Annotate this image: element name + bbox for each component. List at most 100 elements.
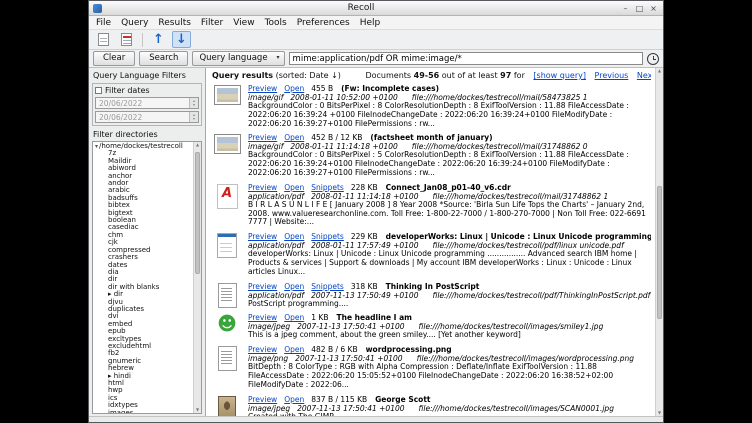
date-to-spinner[interactable]: 20/06/2022 ▴▾ <box>95 111 199 123</box>
clear-button[interactable]: Clear <box>93 51 135 66</box>
main-area: Query Language Filters Filter dates 20/0… <box>89 68 663 416</box>
sort-note: (sorted: Date ↓) <box>276 71 341 80</box>
preview-link[interactable]: Preview <box>248 282 277 291</box>
menu-preferences[interactable]: Preferences <box>292 18 355 28</box>
result-item: PreviewOpen455 B(Fw: Incomplete cases) i… <box>212 84 651 128</box>
search-input[interactable] <box>289 52 643 65</box>
scroll-up-icon[interactable]: ▲ <box>194 142 201 148</box>
result-thumbnail-icon[interactable] <box>212 133 242 177</box>
result-thumbnail-icon[interactable] <box>212 313 242 340</box>
directory-tree-children: 7zMaildirabiwordanchorandorarabicbadsuff… <box>95 150 192 414</box>
title-bar[interactable]: Recoll – □ × <box>89 1 663 16</box>
result-size: 452 B / 12 KB <box>311 133 362 142</box>
previous-page-link[interactable]: Previous <box>595 71 629 80</box>
spin-down-icon[interactable]: ▾ <box>193 103 195 107</box>
menu-tools[interactable]: Tools <box>260 18 292 28</box>
tree-scrollbar-thumb[interactable] <box>195 152 200 274</box>
result-abstract: BitDepth : 8 ColorType : RGB with Alpha … <box>248 363 651 389</box>
expand-arrow-icon[interactable]: ▾ <box>95 143 98 150</box>
spinner-arrows[interactable]: ▴▾ <box>189 98 198 108</box>
menu-view[interactable]: View <box>228 18 259 28</box>
result-abstract: developerWorks: Linux | Unicode : Linux … <box>248 250 651 276</box>
open-link[interactable]: Open <box>284 282 304 291</box>
spin-down-icon[interactable]: ▾ <box>193 117 195 121</box>
search-button[interactable]: Search <box>139 51 188 66</box>
show-query-link[interactable]: [show query] <box>533 71 586 80</box>
preview-link[interactable]: Preview <box>248 232 277 241</box>
result-abstract: BackgroundColor : 0 BitsPerPixel : 5 Col… <box>248 151 651 177</box>
result-item: PreviewOpenSnippets229 KBdeveloperWorks:… <box>212 232 651 276</box>
result-thumbnail-icon[interactable] <box>212 232 242 276</box>
snippets-link[interactable]: Snippets <box>311 232 344 241</box>
window-title: Recoll <box>105 3 617 13</box>
preview-link[interactable]: Preview <box>248 345 277 354</box>
open-link[interactable]: Open <box>284 232 304 241</box>
preview-link[interactable]: Preview <box>248 84 277 93</box>
menu-bar: FileQueryResultsFilterViewToolsPreferenc… <box>89 16 663 30</box>
scroll-down-icon[interactable]: ▼ <box>194 407 201 413</box>
result-title: developerWorks: Linux | Unicode : Linux … <box>386 232 651 241</box>
spinner-arrows[interactable]: ▴▾ <box>189 112 198 122</box>
filter-dates-checkbox[interactable] <box>95 87 102 94</box>
result-links: Preview Open <box>248 345 311 354</box>
next-page-link[interactable]: Next <box>637 71 651 80</box>
result-size: 482 B / 6 KB <box>311 345 357 354</box>
documents-for: for <box>514 71 525 80</box>
result-item: PreviewOpen837 B / 115 KBGeorge Scott im… <box>212 395 651 416</box>
search-mode-select[interactable]: Query language▾ <box>192 51 284 66</box>
date-to-value: 20/06/2022 <box>99 113 142 122</box>
scroll-down-icon[interactable]: ▼ <box>656 410 663 416</box>
menu-results[interactable]: Results <box>153 18 196 28</box>
menu-file[interactable]: File <box>91 18 116 28</box>
menu-query[interactable]: Query <box>116 18 153 28</box>
result-item: PreviewOpenSnippets318 KBThinking In Pos… <box>212 282 651 309</box>
results-table-button[interactable] <box>117 31 136 48</box>
document-table-icon <box>121 33 132 46</box>
open-link[interactable]: Open <box>284 133 304 142</box>
results-scrollbar[interactable]: ▲ ▼ <box>655 68 663 416</box>
filter-directories-label: Filter directories <box>92 130 202 139</box>
filter-dates-row[interactable]: Filter dates <box>95 86 199 95</box>
tree-scrollbar[interactable]: ▲ ▼ <box>193 142 201 413</box>
sort-newest-first-button[interactable]: ↓ <box>172 31 191 48</box>
directory-tree[interactable]: ▾/home/dockes/testrecoll 7zMaildirabiwor… <box>92 141 202 414</box>
maximize-button[interactable]: □ <box>634 3 645 14</box>
preview-link[interactable]: Preview <box>248 313 277 322</box>
close-button[interactable]: × <box>648 3 659 14</box>
result-url: file:///home/dockes/testrecoll/images/SC… <box>419 404 614 413</box>
result-links: Preview Open Snippets <box>248 183 351 192</box>
results-scrollbar-thumb[interactable] <box>657 186 662 318</box>
open-link[interactable]: Open <box>284 183 304 192</box>
date-from-spinner[interactable]: 20/06/2022 ▴▾ <box>95 97 199 109</box>
snippets-link[interactable]: Snippets <box>311 183 344 192</box>
result-abstract: Created with The GIMP... <box>248 413 651 416</box>
snippets-link[interactable]: Snippets <box>311 282 344 291</box>
show-query-details-button[interactable] <box>94 31 113 48</box>
tree-item[interactable]: images <box>95 410 192 414</box>
open-link[interactable]: Open <box>284 313 304 322</box>
result-size: 455 B <box>311 84 333 93</box>
open-link[interactable]: Open <box>284 345 304 354</box>
open-link[interactable]: Open <box>284 84 304 93</box>
preview-link[interactable]: Preview <box>248 133 277 142</box>
minimize-button[interactable]: – <box>620 3 631 14</box>
result-item: Preview Open 482 B / 6 KB wordprocessing.pn… <box>212 345 651 389</box>
result-thumbnail-icon[interactable] <box>212 183 242 227</box>
scroll-up-icon[interactable]: ▲ <box>656 68 663 74</box>
open-link[interactable]: Open <box>284 395 304 404</box>
menu-filter[interactable]: Filter <box>196 18 228 28</box>
result-thumbnail-icon[interactable] <box>212 282 242 309</box>
result-thumbnail-icon[interactable] <box>212 345 242 389</box>
recoll-window: Recoll – □ × FileQueryResultsFilterViewT… <box>88 0 664 423</box>
result-thumbnail-icon[interactable] <box>212 395 242 416</box>
menu-help[interactable]: Help <box>355 18 386 28</box>
sort-oldest-first-button[interactable]: ↑ <box>149 31 168 48</box>
result-abstract: PostScript programming.... <box>248 300 651 309</box>
documents-total: 97 <box>500 71 511 80</box>
preview-link[interactable]: Preview <box>248 395 277 404</box>
result-thumbnail-icon[interactable] <box>212 84 242 128</box>
history-clock-icon[interactable] <box>647 53 659 65</box>
preview-link[interactable]: Preview <box>248 183 277 192</box>
result-title: wordprocessing.png <box>366 345 452 354</box>
date-filter-group: Filter dates 20/06/2022 ▴▾ 20/06/2022 ▴▾ <box>92 83 202 126</box>
